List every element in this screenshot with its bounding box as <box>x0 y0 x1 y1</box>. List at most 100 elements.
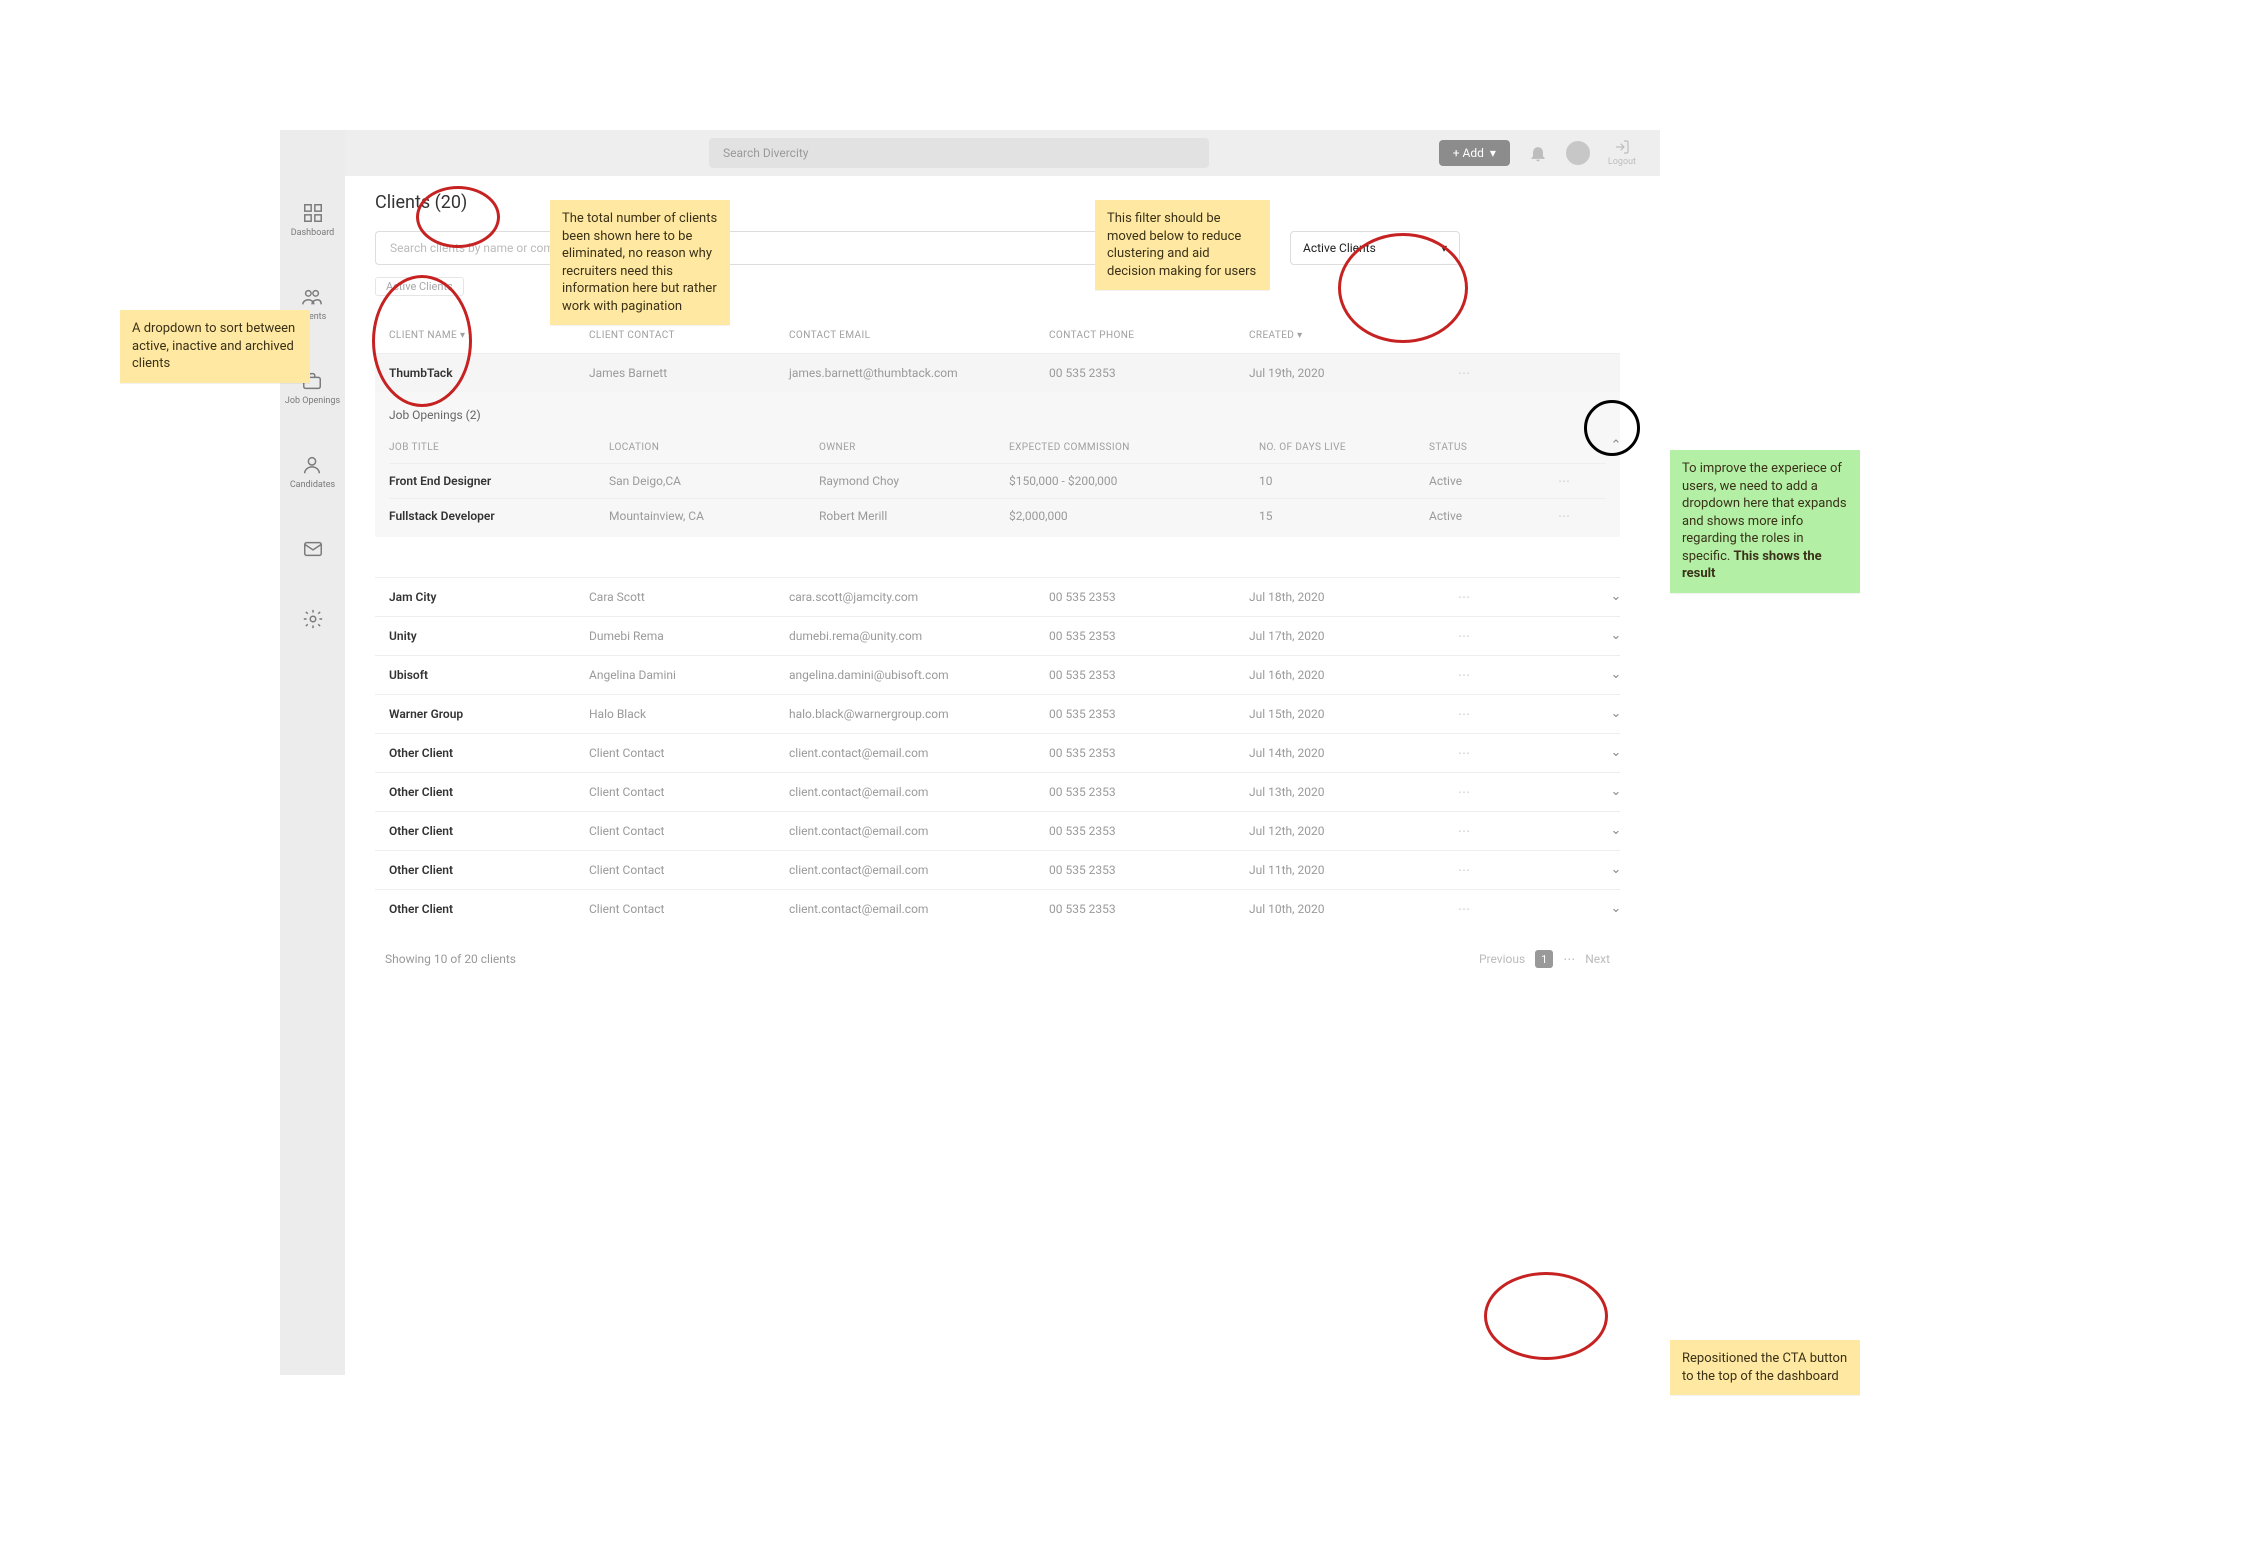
table-row[interactable]: Unity Dumebi Rema dumebi.rema@unity.com … <box>375 616 1620 655</box>
row-more-button[interactable]: ⋯ <box>1429 824 1499 838</box>
page-ellipsis: ⋯ <box>1563 952 1575 966</box>
cell-days-live: 10 <box>1259 474 1429 488</box>
cell-commission: $150,000 - $200,000 <box>1009 474 1259 488</box>
col-created[interactable]: CREATED ▾ <box>1249 330 1429 341</box>
cell-client-name: Jam City <box>389 590 589 604</box>
row-more-button[interactable]: ⋯ <box>1429 863 1499 877</box>
table-row[interactable]: Warner Group Halo Black halo.black@warne… <box>375 694 1620 733</box>
dropdown-value: Active Clients <box>1303 241 1376 255</box>
row-expand-toggle[interactable]: ⌄ <box>1604 702 1628 726</box>
col-client-contact[interactable]: CLIENT CONTACT <box>589 330 789 341</box>
cell-email: angelina.damini@ubisoft.com <box>789 668 1049 682</box>
col-contact-phone[interactable]: CONTACT PHONE <box>1049 330 1249 341</box>
gear-icon <box>302 608 324 630</box>
row-expand-toggle[interactable]: ⌄ <box>1604 819 1628 843</box>
bell-icon[interactable] <box>1528 143 1548 163</box>
sidebar-item-mail[interactable] <box>302 538 324 560</box>
cell-email: client.contact@email.com <box>789 785 1049 799</box>
pager: Previous 1 ⋯ Next <box>1479 950 1610 968</box>
annotation-note: Repositioned the CTA button to the top o… <box>1670 1340 1860 1395</box>
cell-contact: Angelina Damini <box>589 668 789 682</box>
annotation-note: The total number of clients been shown h… <box>550 200 730 325</box>
chevron-down-icon: ⌄ <box>1611 589 1622 604</box>
cell-email: dumebi.rema@unity.com <box>789 629 1049 643</box>
global-search-placeholder: Search Divercity <box>723 146 809 160</box>
row-expand-toggle[interactable]: ⌄ <box>1604 897 1628 921</box>
col-client-name[interactable]: CLIENT NAME ▾ <box>389 330 589 341</box>
global-search-input[interactable]: Search Divercity <box>709 138 1209 168</box>
cell-created: Jul 16th, 2020 <box>1249 668 1429 682</box>
cell-client-name: Ubisoft <box>389 668 589 682</box>
next-button[interactable]: Next <box>1585 952 1610 966</box>
cell-created: Jul 13th, 2020 <box>1249 785 1429 799</box>
logout-label: Logout <box>1608 157 1636 167</box>
cell-phone: 00 535 2353 <box>1049 863 1249 877</box>
row-more-button[interactable]: ⋯ <box>1429 785 1499 799</box>
row-expand-toggle[interactable]: ⌄ <box>1604 780 1628 804</box>
cell-email: client.contact@email.com <box>789 746 1049 760</box>
col-contact-email[interactable]: CONTACT EMAIL <box>789 330 1049 341</box>
table-row[interactable]: Other Client Client Contact client.conta… <box>375 733 1620 772</box>
cell-contact: Cara Scott <box>589 590 789 604</box>
sidebar-item-settings[interactable] <box>302 608 324 630</box>
cell-created: Jul 19th, 2020 <box>1249 366 1429 380</box>
cell-location: Mountainview, CA <box>609 509 819 523</box>
job-row[interactable]: Front End Designer San Deigo,CA Raymond … <box>389 463 1606 498</box>
cell-owner: Raymond Choy <box>819 474 1009 488</box>
add-button[interactable]: + Add ▾ <box>1439 140 1510 166</box>
table-row[interactable]: Other Client Client Contact client.conta… <box>375 811 1620 850</box>
avatar[interactable] <box>1566 141 1590 165</box>
cell-contact: Client Contact <box>589 785 789 799</box>
chevron-down-icon: ⌄ <box>1611 823 1622 838</box>
cell-client-name: Other Client <box>389 746 589 760</box>
row-more-button[interactable]: ⋯ <box>1429 668 1499 682</box>
cell-contact: Dumebi Rema <box>589 629 789 643</box>
sidebar-item-dashboard[interactable]: Dashboard <box>291 202 335 238</box>
row-expand-toggle[interactable]: ⌄ <box>1604 624 1628 648</box>
cell-client-name: ThumbTack <box>389 366 589 380</box>
row-expand-toggle[interactable]: ⌄ <box>1604 741 1628 765</box>
row-more-button[interactable]: ⋯ <box>1539 474 1589 488</box>
row-expand-toggle[interactable]: ⌄ <box>1604 663 1628 687</box>
row-more-button[interactable]: ⋯ <box>1429 746 1499 760</box>
table-row[interactable]: ThumbTack James Barnett james.barnett@th… <box>375 353 1620 537</box>
row-more-button[interactable]: ⋯ <box>1429 590 1499 604</box>
col-commission: EXPECTED COMMISSION <box>1009 442 1259 453</box>
pagination-summary: Showing 10 of 20 clients <box>385 952 516 966</box>
cell-created: Jul 11th, 2020 <box>1249 863 1429 877</box>
row-more-button[interactable]: ⋯ <box>1429 902 1499 916</box>
cell-created: Jul 12th, 2020 <box>1249 824 1429 838</box>
cell-contact: Client Contact <box>589 863 789 877</box>
row-more-button[interactable]: ⋯ <box>1539 509 1589 523</box>
person-icon <box>301 454 323 476</box>
table-row[interactable]: Jam City Cara Scott cara.scott@jamcity.c… <box>375 577 1620 616</box>
cell-client-name: Other Client <box>389 863 589 877</box>
job-row[interactable]: Fullstack Developer Mountainview, CA Rob… <box>389 498 1606 533</box>
cell-phone: 00 535 2353 <box>1049 707 1249 721</box>
table-row[interactable]: Other Client Client Contact client.conta… <box>375 850 1620 889</box>
logout-button[interactable]: Logout <box>1608 139 1636 167</box>
prev-button[interactable]: Previous <box>1479 952 1525 966</box>
client-status-dropdown[interactable]: Active Clients ▾ <box>1290 231 1460 265</box>
table-row[interactable]: Other Client Client Contact client.conta… <box>375 889 1620 928</box>
row-expand-toggle[interactable]: ⌄ <box>1604 585 1628 609</box>
page-number[interactable]: 1 <box>1535 950 1553 968</box>
col-location: LOCATION <box>609 442 819 453</box>
cell-status: Active <box>1429 509 1539 523</box>
status-chip[interactable]: Active Clients <box>375 277 464 296</box>
col-days-live: NO. OF DAYS LIVE <box>1259 442 1429 453</box>
row-more-button[interactable]: ⋯ <box>1429 629 1499 643</box>
row-more-button[interactable]: ⋯ <box>1429 366 1499 380</box>
annotation-note: A dropdown to sort between active, inact… <box>120 310 310 383</box>
row-expand-toggle[interactable]: ⌃ <box>1604 433 1628 457</box>
cell-client-name: Other Client <box>389 902 589 916</box>
table-row[interactable]: Ubisoft Angelina Damini angelina.damini@… <box>375 655 1620 694</box>
cell-phone: 00 535 2353 <box>1049 629 1249 643</box>
cell-created: Jul 17th, 2020 <box>1249 629 1429 643</box>
sub-table-header: JOB TITLE LOCATION OWNER EXPECTED COMMIS… <box>389 432 1606 463</box>
row-more-button[interactable]: ⋯ <box>1429 707 1499 721</box>
row-expand-toggle[interactable]: ⌄ <box>1604 858 1628 882</box>
filter-row: Search clients by name or company Active… <box>375 231 1460 265</box>
table-row[interactable]: Other Client Client Contact client.conta… <box>375 772 1620 811</box>
sidebar-item-candidates[interactable]: Candidates <box>290 454 335 490</box>
